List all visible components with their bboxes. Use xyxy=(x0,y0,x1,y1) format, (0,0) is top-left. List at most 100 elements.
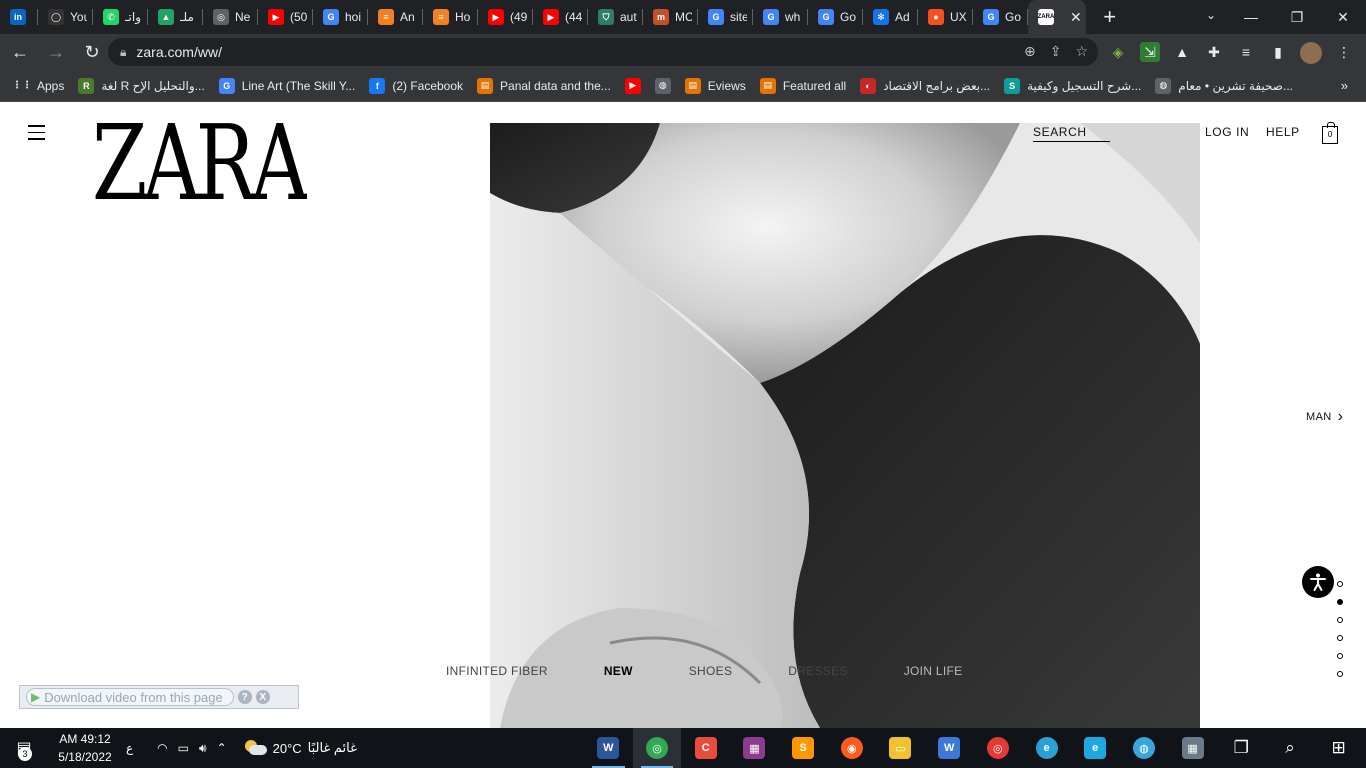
shopping-bag-icon[interactable]: 0 xyxy=(1322,122,1338,144)
browser-tab[interactable]: Gwh xyxy=(753,0,808,34)
lock-icon[interactable]: 🔒︎ xyxy=(120,45,126,60)
wifi-icon[interactable]: ◠ xyxy=(157,741,167,755)
taskbar-app[interactable]: e xyxy=(1022,728,1071,768)
notification-center-button[interactable]: ▤ 3 xyxy=(0,728,48,768)
browser-tab[interactable]: ◯ You xyxy=(38,0,93,34)
browser-tab[interactable]: Gsite xyxy=(698,0,753,34)
bookmark-item[interactable]: f (2) Facebook xyxy=(369,77,463,94)
close-tab-icon[interactable]: ✕ xyxy=(1070,9,1082,26)
slide-dot[interactable] xyxy=(1337,617,1343,623)
extension-mountain-icon[interactable]: ▲ xyxy=(1172,42,1192,62)
volume-icon[interactable]: 🔊︎ xyxy=(199,741,207,756)
clock[interactable]: AM 49:12 5/18/2022 xyxy=(50,730,120,766)
side-panel-icon[interactable]: ▮ xyxy=(1268,42,1288,62)
browser-tab[interactable]: ◎ Ne xyxy=(203,0,258,34)
zoom-icon[interactable]: ⊕ xyxy=(1024,43,1036,60)
profile-avatar[interactable] xyxy=(1300,42,1322,64)
slide-dot[interactable] xyxy=(1337,635,1343,641)
taskbar-app[interactable]: ◍ xyxy=(1120,728,1169,768)
taskbar-app[interactable]: S xyxy=(779,728,828,768)
taskbar-app[interactable]: W xyxy=(584,728,633,768)
taskbar-app[interactable]: ❐ xyxy=(1217,728,1266,768)
browser-tab[interactable]: ● UX xyxy=(918,0,973,34)
new-tab-button[interactable]: + xyxy=(1094,4,1126,30)
extensions-puzzle-icon[interactable]: ✚ xyxy=(1204,42,1224,62)
taskbar-app[interactable]: W xyxy=(925,728,974,768)
close-icon[interactable]: X xyxy=(255,690,270,704)
battery-icon[interactable]: ▭ xyxy=(178,741,189,755)
menu-kebab-icon[interactable]: ⋮ xyxy=(1334,42,1354,62)
forward-button[interactable]: → xyxy=(40,36,72,68)
browser-tab[interactable]: ≡ An xyxy=(368,0,423,34)
taskbar-app[interactable]: ▦ xyxy=(1168,728,1217,768)
bookmark-item[interactable]: ◍ xyxy=(654,77,671,94)
browser-tab[interactable]: m MC xyxy=(643,0,698,34)
bookmark-item[interactable]: ◍ صحيفة تشرين • معام... xyxy=(1155,77,1293,94)
login-link[interactable]: LOG IN xyxy=(1205,125,1249,139)
menu-hamburger-icon[interactable] xyxy=(28,125,45,141)
help-icon[interactable]: ? xyxy=(237,690,252,704)
taskbar-app[interactable]: ▦ xyxy=(730,728,779,768)
browser-tab[interactable]: G Go xyxy=(973,0,1028,34)
chevron-up-icon[interactable]: ⌃ xyxy=(217,741,227,755)
bookmark-item[interactable]: R لغة R والتحليل الإح... xyxy=(78,77,205,94)
accessibility-button[interactable] xyxy=(1302,566,1334,598)
taskbar-app[interactable]: ◎ xyxy=(632,728,682,768)
browser-tab[interactable]: ▶ (49 xyxy=(478,0,533,34)
taskbar-app[interactable]: ▭ xyxy=(876,728,925,768)
category-link[interactable]: INFINITED FIBER xyxy=(446,664,548,678)
help-link[interactable]: HELP xyxy=(1266,125,1300,139)
browser-tab[interactable]: ▶ (50 xyxy=(258,0,313,34)
category-link[interactable]: JOIN LIFE xyxy=(904,664,963,678)
browser-tab[interactable]: ▲ ملـ xyxy=(148,0,203,34)
slide-dot[interactable] xyxy=(1337,581,1343,587)
language-indicator[interactable]: ع xyxy=(126,741,133,755)
address-bar[interactable]: 🔒︎ zara.com/ww/ ⊕ ⇪ ☆ xyxy=(108,38,1098,66)
taskbar-app[interactable]: ⊞ xyxy=(1314,728,1363,768)
slide-dot[interactable] xyxy=(1337,653,1343,659)
bookmark-item[interactable]: ▤ Featured all xyxy=(759,77,846,94)
browser-tab[interactable]: ≡ Ho xyxy=(423,0,478,34)
close-window-button[interactable]: ✕ xyxy=(1320,0,1366,34)
media-control-icon[interactable]: ≡ xyxy=(1236,42,1256,62)
category-link[interactable]: DRESSES xyxy=(788,664,847,678)
browser-tab[interactable]: ✻ Ad xyxy=(863,0,918,34)
taskbar-app[interactable]: ⌕ xyxy=(1266,728,1315,768)
browser-tab[interactable]: ▶ (44 xyxy=(533,0,588,34)
bookmarks-overflow-icon[interactable]: » xyxy=(1341,78,1348,93)
bookmark-item[interactable]: ▤ Eviews xyxy=(684,77,746,94)
taskbar-app[interactable]: ◎ xyxy=(974,728,1023,768)
taskbar-app[interactable]: e xyxy=(1071,728,1120,768)
bookmark-star-icon[interactable]: ☆ xyxy=(1075,43,1088,60)
slide-dot[interactable] xyxy=(1337,599,1343,605)
maximize-button[interactable]: ❐ xyxy=(1274,0,1320,34)
browser-tab[interactable]: G Go xyxy=(808,0,863,34)
back-button[interactable]: ← xyxy=(4,36,36,68)
bookmark-item[interactable]: ▤ Panal data and the... xyxy=(477,77,611,94)
taskbar-app[interactable]: ◉ xyxy=(827,728,876,768)
reload-button[interactable]: ↻ xyxy=(76,36,108,68)
weather-widget[interactable]: 20°C غائم غالبًا xyxy=(243,740,357,756)
taskbar-app[interactable]: C xyxy=(681,728,730,768)
tab-zara-active[interactable]: ZARA ✕ xyxy=(1028,0,1086,34)
minimize-button[interactable]: — xyxy=(1228,0,1274,34)
browser-tab[interactable]: in xyxy=(0,0,38,34)
man-section-link[interactable]: MAN › xyxy=(1306,408,1343,426)
bookmark-item[interactable]: ⋮⋮ Apps xyxy=(12,78,64,94)
category-link[interactable]: SHOES xyxy=(689,664,733,678)
search-link[interactable]: SEARCH xyxy=(1033,125,1110,142)
tab-search-chevron-icon[interactable]: ⌄ xyxy=(1206,8,1216,22)
extension-colorful-icon[interactable]: ◈ xyxy=(1108,42,1128,62)
download-video-button[interactable]: ▶ Download video from this page xyxy=(26,688,234,706)
zara-logo[interactable]: ZARA xyxy=(92,113,307,205)
extension-green-icon[interactable]: ⇲ xyxy=(1140,42,1160,62)
browser-tab[interactable]: Ghoi xyxy=(313,0,368,34)
browser-tab[interactable]: ⛉ aut xyxy=(588,0,643,34)
bookmark-item[interactable]: S شرح التسجيل وكيفية... xyxy=(1004,77,1141,94)
browser-tab[interactable]: ✆ واتـ xyxy=(93,0,148,34)
share-icon[interactable]: ⇪ xyxy=(1050,43,1062,60)
slide-dot[interactable] xyxy=(1337,671,1343,677)
category-link[interactable]: NEW xyxy=(604,664,633,678)
bookmark-item[interactable]: ◐ بعض برامج الاقتصاد... xyxy=(860,77,990,94)
bookmark-item[interactable]: ▶ xyxy=(624,77,641,94)
